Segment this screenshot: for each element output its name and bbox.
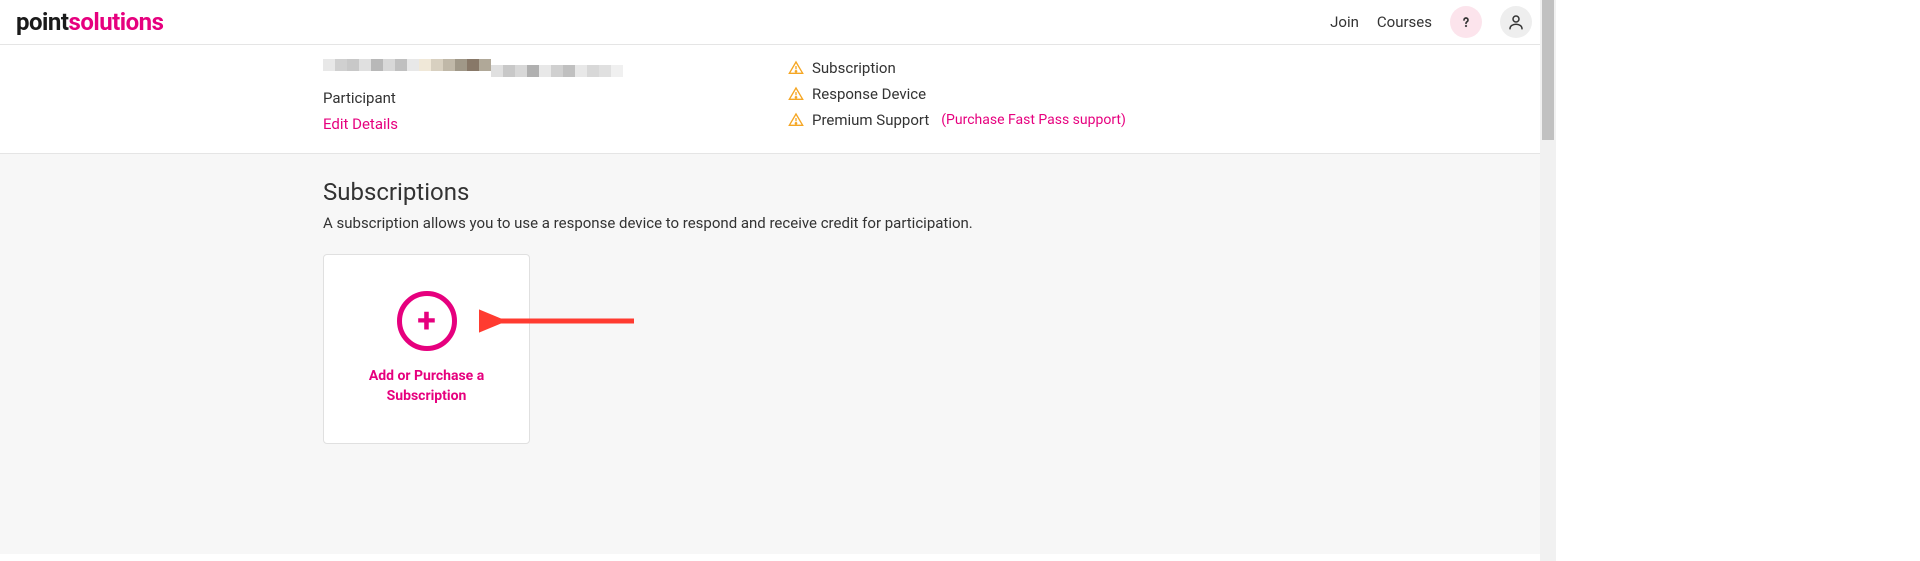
app-logo[interactable]: pointsolutions (16, 8, 163, 36)
edit-details-link[interactable]: Edit Details (323, 115, 788, 133)
help-icon (1458, 14, 1474, 30)
profile-button[interactable] (1500, 6, 1532, 38)
role-label: Participant (323, 89, 788, 107)
status-label: Subscription (812, 59, 896, 77)
status-label: Response Device (812, 85, 926, 103)
purchase-fast-pass-link[interactable]: (Purchase Fast Pass support) (941, 112, 1126, 128)
scrollbar-track[interactable] (1540, 0, 1556, 561)
status-label: Premium Support (812, 111, 929, 129)
logo-text-solutions: solutions (68, 8, 163, 36)
subscriptions-title: Subscriptions (323, 178, 1556, 206)
warning-icon (788, 60, 804, 76)
subscriptions-section: Subscriptions A subscription allows you … (0, 154, 1556, 554)
add-subscription-label: Add or Purchase a Subscription (344, 367, 509, 406)
scrollbar-thumb[interactable] (1542, 0, 1554, 140)
nav-join[interactable]: Join (1330, 13, 1359, 31)
logo-text-point: point (16, 8, 68, 36)
nav-courses[interactable]: Courses (1377, 13, 1432, 31)
subscriptions-description: A subscription allows you to use a respo… (323, 214, 1556, 232)
profile-section: Participant Edit Details Subscription (0, 45, 1556, 154)
plus-circle-icon: + (397, 291, 457, 351)
status-list: Subscription Response Device (788, 59, 1126, 133)
profile-info: Participant Edit Details (323, 59, 788, 133)
header-nav: Join Courses (1330, 6, 1540, 38)
redacted-name (323, 59, 788, 79)
help-button[interactable] (1450, 6, 1482, 38)
warning-icon (788, 112, 804, 128)
app-header: pointsolutions Join Courses (0, 0, 1556, 45)
profile-icon (1507, 13, 1525, 31)
warning-icon (788, 86, 804, 102)
status-item-subscription: Subscription (788, 59, 1126, 77)
plus-icon: + (417, 304, 436, 338)
add-subscription-card[interactable]: + Add or Purchase a Subscription (323, 254, 530, 444)
status-item-response-device: Response Device (788, 85, 1126, 103)
status-item-premium-support: Premium Support (Purchase Fast Pass supp… (788, 111, 1126, 129)
main-content: Participant Edit Details Subscription (0, 45, 1556, 554)
